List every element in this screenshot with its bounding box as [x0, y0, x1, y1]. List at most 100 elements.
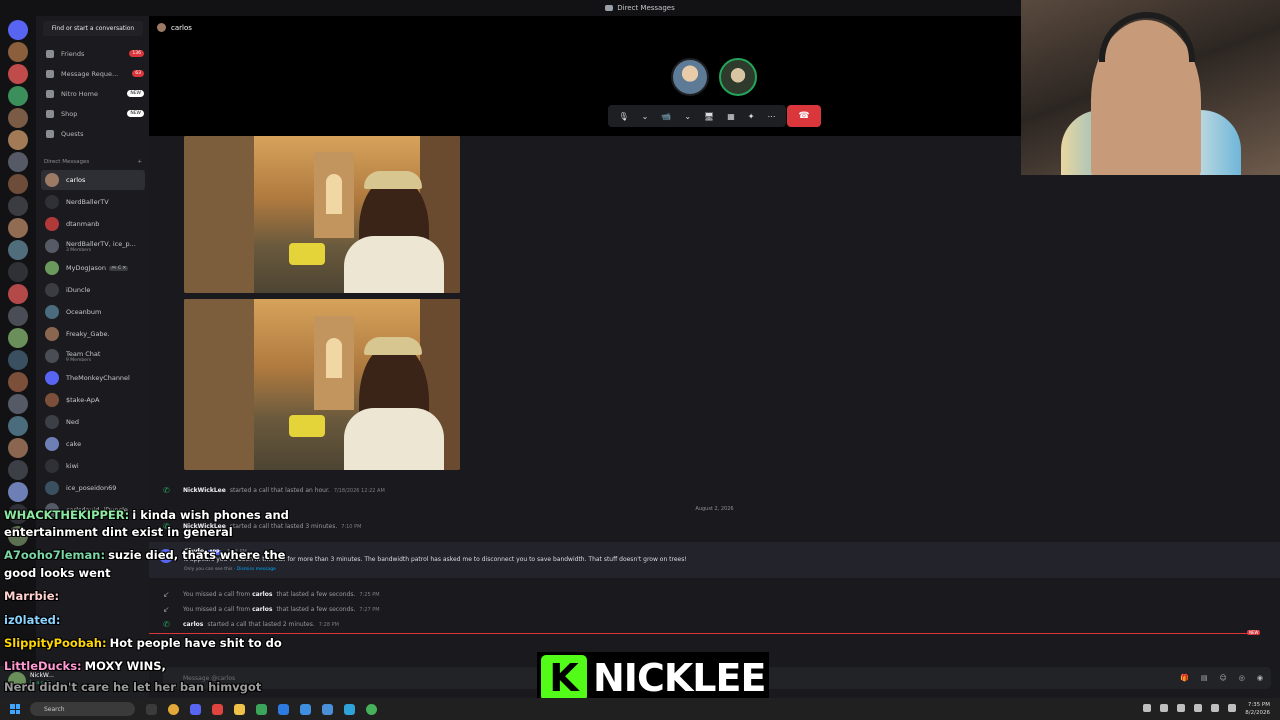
- image-attachment[interactable]: [184, 299, 460, 470]
- server-icon[interactable]: [8, 306, 28, 326]
- taskbar-clock[interactable]: 7:35 PM 8/2/2026: [1245, 701, 1270, 717]
- more-options-icon[interactable]: ⋯: [767, 112, 775, 121]
- tray-icon: [1194, 704, 1202, 712]
- nav-icon: [46, 109, 54, 118]
- chrome-icon[interactable]: [168, 703, 179, 715]
- server-icon[interactable]: [8, 372, 28, 392]
- dm-item[interactable]: Freaky_Gabe.: [41, 324, 145, 344]
- nav-badge: 136: [129, 50, 144, 57]
- dm-item[interactable]: iDuncle: [41, 280, 145, 300]
- file-explorer-icon[interactable]: [234, 703, 245, 715]
- server-icon[interactable]: [8, 328, 28, 348]
- image-attachment[interactable]: [184, 136, 460, 293]
- app-icon[interactable]: [212, 703, 223, 715]
- emoji-icon[interactable]: ☺: [1219, 674, 1226, 682]
- sticker-icon[interactable]: ◎: [1239, 674, 1245, 682]
- server-icon[interactable]: [8, 284, 28, 304]
- task-view-icon[interactable]: [146, 703, 157, 715]
- dm-item[interactable]: TheMonkeyChannel: [41, 368, 145, 388]
- server-icon[interactable]: [8, 262, 28, 282]
- dm-name: ice_poseidon69: [66, 484, 117, 492]
- server-icon[interactable]: [8, 350, 28, 370]
- dm-item[interactable]: cake: [41, 434, 145, 454]
- dm-name: MyDogJason: [66, 264, 106, 272]
- server-icon[interactable]: [8, 108, 28, 128]
- find-conversation-button[interactable]: Find or start a conversation: [43, 21, 143, 36]
- nav-item-message-reque[interactable]: Message Reque... 63: [42, 65, 144, 82]
- dm-item[interactable]: carlos: [41, 170, 145, 190]
- kick-logo: K: [541, 655, 587, 701]
- camera-options-icon[interactable]: ⌄: [684, 112, 691, 121]
- dm-item[interactable]: Ned: [41, 412, 145, 432]
- mute-mic-icon[interactable]: 🎙: [619, 112, 629, 121]
- server-icon[interactable]: [8, 174, 28, 194]
- server-icon[interactable]: [8, 218, 28, 238]
- dm-name: Oceanbum: [66, 308, 102, 316]
- nav-icon: [46, 129, 54, 138]
- server-icon[interactable]: [8, 394, 28, 414]
- app-icon[interactable]: [300, 703, 311, 715]
- server-icon[interactable]: [8, 240, 28, 260]
- dm-item[interactable]: Oceanbum: [41, 302, 145, 322]
- create-dm-button[interactable]: +: [137, 159, 142, 165]
- nav-item-shop[interactable]: Shop NEW: [42, 105, 144, 122]
- server-icon[interactable]: [8, 64, 28, 84]
- apps-icon[interactable]: ◉: [1257, 674, 1263, 682]
- server-icon[interactable]: [8, 130, 28, 150]
- chat-username: LittleDucks:: [4, 659, 82, 673]
- dm-name: NerdBallerTV, ice_p... 3 Members: [66, 239, 136, 253]
- call-header: carlos: [157, 23, 192, 32]
- dm-item[interactable]: NerdBallerTV: [41, 192, 145, 212]
- avatar: [45, 239, 59, 253]
- dm-item[interactable]: MyDogJason 🎮 C ✕: [41, 258, 145, 278]
- app-icon[interactable]: [366, 703, 377, 715]
- nav-item-nitro-home[interactable]: Nitro Home NEW: [42, 85, 144, 102]
- dm-item[interactable]: $take-ApA: [41, 390, 145, 410]
- gift-icon[interactable]: 🎁: [1180, 674, 1189, 682]
- dm-item[interactable]: ice_poseidon69: [41, 478, 145, 498]
- dm-name: Ned: [66, 418, 79, 426]
- avatar: [45, 481, 59, 495]
- server-icon[interactable]: [8, 42, 28, 62]
- dm-item[interactable]: kiwi: [41, 456, 145, 476]
- server-icon[interactable]: [8, 482, 28, 502]
- start-icon[interactable]: [10, 704, 20, 714]
- avatar: [45, 305, 59, 319]
- dm-item[interactable]: NerdBallerTV, ice_p... 3 Members: [41, 236, 145, 256]
- participant-avatar-speaking[interactable]: [719, 58, 757, 96]
- disconnect-button[interactable]: ☎: [787, 105, 821, 127]
- home-icon[interactable]: [8, 20, 28, 40]
- nav-label: Shop: [61, 109, 78, 118]
- message-author[interactable]: NickWickLee: [183, 487, 226, 494]
- mic-options-icon[interactable]: ⌄: [642, 112, 649, 121]
- app-icon[interactable]: [256, 703, 267, 715]
- dm-item[interactable]: Team Chat 9 Members: [41, 346, 145, 366]
- server-icon[interactable]: [8, 196, 28, 216]
- call-channel-name: carlos: [171, 23, 192, 32]
- server-icon[interactable]: [8, 460, 28, 480]
- avatar: [45, 327, 59, 341]
- server-icon[interactable]: [8, 438, 28, 458]
- gif-icon[interactable]: ▤: [1201, 674, 1208, 682]
- soundboard-icon[interactable]: ✦: [748, 112, 755, 121]
- dm-name: NerdBallerTV: [66, 198, 109, 206]
- nav-item-friends[interactable]: Friends 136: [42, 45, 144, 62]
- activities-icon[interactable]: ▦: [727, 112, 735, 121]
- server-icon[interactable]: [8, 152, 28, 172]
- server-icon[interactable]: [8, 86, 28, 106]
- server-icon[interactable]: [8, 416, 28, 436]
- dm-item[interactable]: dtanmanb: [41, 214, 145, 234]
- participant-avatar-carlos[interactable]: [671, 58, 709, 96]
- camera-icon[interactable]: 📹: [661, 112, 671, 121]
- taskbar-search[interactable]: Search: [30, 702, 135, 716]
- nav-label: Nitro Home: [61, 89, 98, 98]
- edge-icon[interactable]: [344, 703, 355, 715]
- nav-item-quests[interactable]: Quests: [42, 125, 144, 142]
- app-icon[interactable]: [322, 703, 333, 715]
- discord-icon[interactable]: [190, 703, 201, 715]
- chat-message: LittleDucks: MOXY WINS,: [4, 659, 166, 673]
- tray-icon: [1143, 704, 1151, 712]
- new-messages-badge: NEW: [1247, 630, 1261, 635]
- app-icon[interactable]: [278, 703, 289, 715]
- screen-share-icon[interactable]: 🖥: [704, 112, 714, 121]
